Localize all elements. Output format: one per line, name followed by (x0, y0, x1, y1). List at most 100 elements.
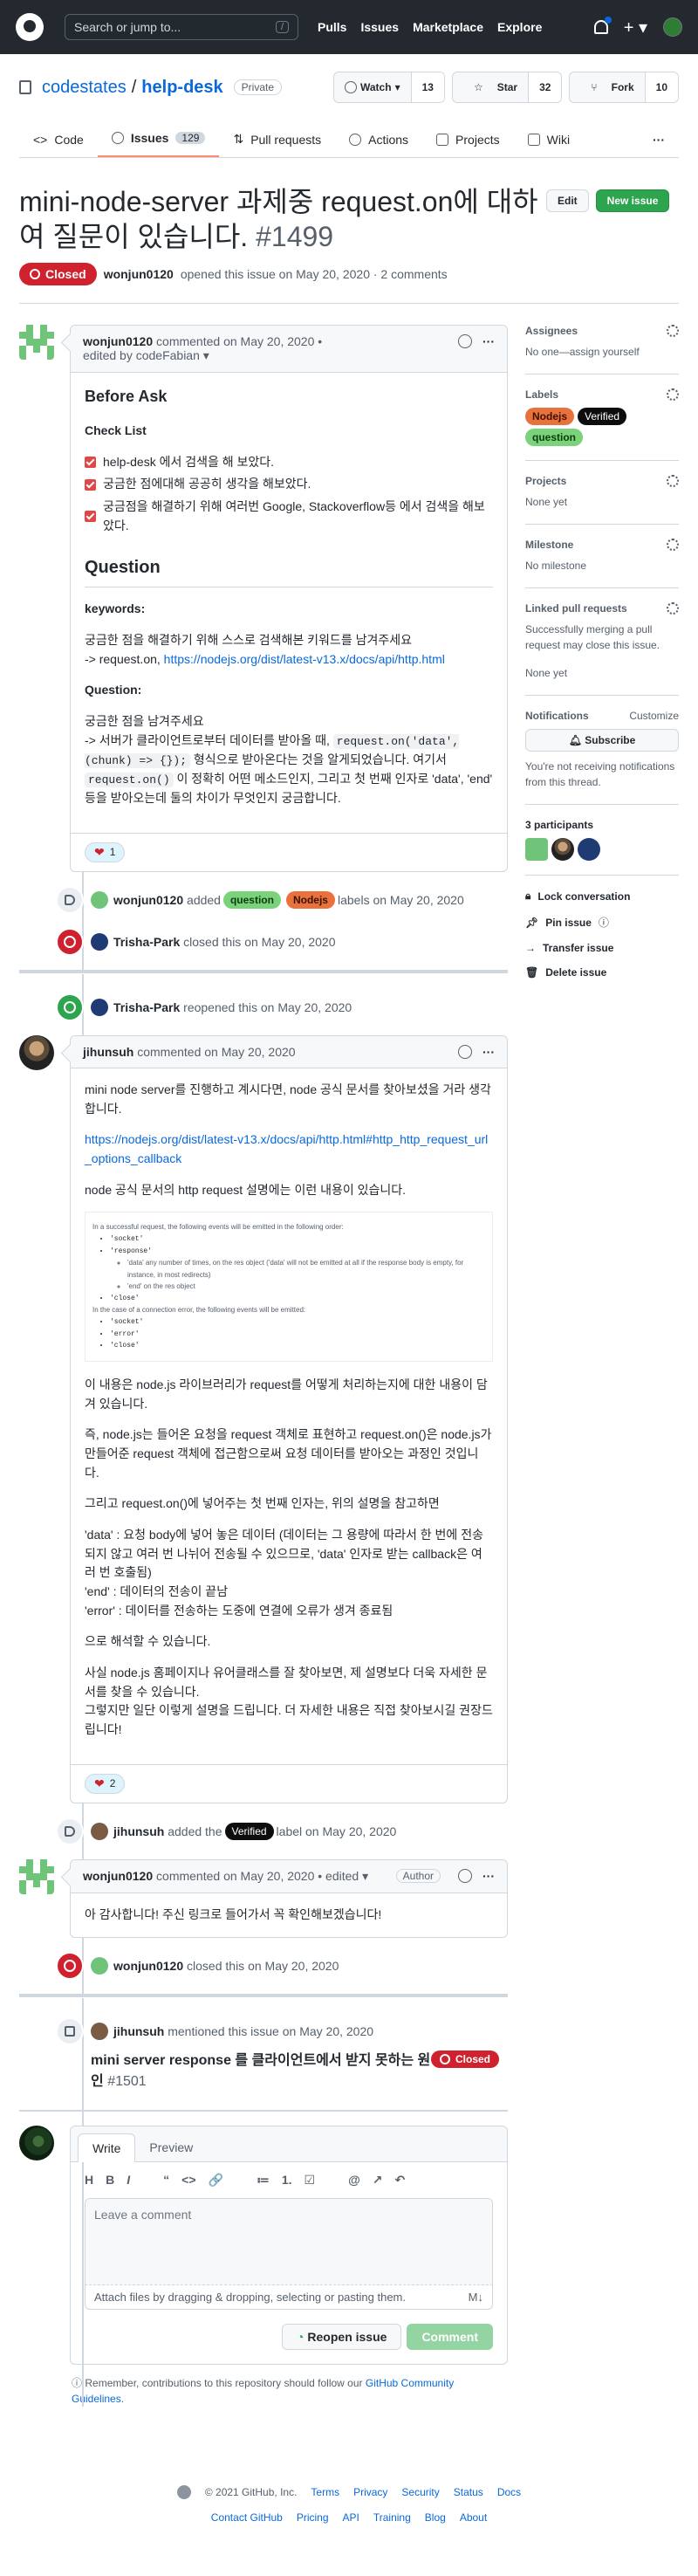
gear-icon[interactable] (667, 602, 679, 615)
event-actor[interactable]: wonjun0120 (113, 893, 183, 907)
nav-marketplace[interactable]: Marketplace (413, 20, 483, 34)
event-actor[interactable]: Trisha-Park (113, 1000, 180, 1014)
avatar[interactable] (91, 998, 108, 1016)
heading-icon[interactable]: H (85, 2173, 93, 2188)
label-verified[interactable]: Verified (224, 1822, 274, 1840)
assignees-value[interactable]: No one—assign yourself (525, 344, 679, 360)
repo-name-link[interactable]: help-desk (141, 78, 222, 97)
notifications-bell-icon[interactable] (593, 17, 612, 34)
tab-pull-requests[interactable]: ⇅ Pull requests (219, 125, 335, 157)
bold-icon[interactable]: B (106, 2173, 114, 2188)
tabs-more-button[interactable]: ··· (639, 126, 679, 157)
gear-icon[interactable] (667, 539, 679, 551)
label-verified[interactable]: Verified (578, 408, 627, 425)
issue-author[interactable]: wonjun0120 (104, 267, 174, 281)
comment-menu-kebab-icon[interactable]: ··· (482, 1869, 495, 1883)
avatar[interactable] (91, 2022, 108, 2040)
gear-icon[interactable] (667, 388, 679, 401)
assignees-heading[interactable]: Assignees (525, 325, 578, 337)
footer-link-terms[interactable]: Terms (311, 2486, 339, 2498)
github-mark-icon[interactable] (176, 2484, 191, 2499)
mention-icon[interactable]: @ (348, 2173, 360, 2188)
italic-icon[interactable]: I (127, 2173, 130, 2188)
comment-author[interactable]: wonjun0120 (83, 1869, 153, 1883)
footer-link-docs[interactable]: Docs (497, 2486, 521, 2498)
label-question[interactable]: question (525, 429, 583, 446)
gear-icon[interactable] (667, 475, 679, 487)
label-question[interactable]: question (222, 890, 281, 909)
avatar[interactable] (19, 1858, 54, 1894)
new-issue-button[interactable]: New issue (595, 189, 670, 212)
avatar[interactable] (525, 838, 548, 861)
footer-link-status[interactable]: Status (454, 2486, 483, 2498)
create-new-plus-icon[interactable]: + ▾ (624, 17, 647, 38)
preview-tab[interactable]: Preview (135, 2133, 207, 2161)
tab-projects[interactable]: Projects (422, 126, 514, 157)
edit-title-button[interactable]: Edit (546, 189, 589, 212)
add-reaction-smiley-icon[interactable] (458, 334, 472, 348)
watch-button[interactable]: Watch ▾ 13 (333, 72, 445, 103)
quote-icon[interactable]: “ (163, 2173, 169, 2188)
attach-files-area[interactable]: Attach files by dragging & dropping, sel… (85, 2284, 493, 2310)
projects-heading[interactable]: Projects (525, 475, 566, 487)
avatar[interactable] (19, 325, 54, 360)
footer-link-training[interactable]: Training (373, 2511, 411, 2524)
code-icon[interactable]: <> (181, 2173, 195, 2188)
tab-wiki[interactable]: Wiki (514, 126, 584, 157)
avatar[interactable] (91, 1822, 108, 1840)
avatar[interactable] (578, 838, 600, 861)
footer-link-contact[interactable]: Contact GitHub (211, 2511, 283, 2524)
checkbox-checked-icon[interactable] (85, 456, 96, 468)
nav-pulls[interactable]: Pulls (318, 20, 346, 34)
footer-link-pricing[interactable]: Pricing (297, 2511, 329, 2524)
nav-explore[interactable]: Explore (497, 20, 542, 34)
avatar[interactable] (551, 838, 574, 861)
tab-issues[interactable]: Issues 129 (97, 124, 220, 157)
footer-link-api[interactable]: API (343, 2511, 359, 2524)
tab-actions[interactable]: Actions (335, 126, 422, 157)
reopen-issue-button[interactable]: ◔ Reopen issue (282, 2323, 402, 2350)
event-actor[interactable]: jihunsuh (113, 2024, 164, 2038)
customize-link[interactable]: Customize (629, 710, 679, 722)
footer-link-privacy[interactable]: Privacy (353, 2486, 387, 2498)
markdown-icon[interactable]: M↓ (469, 2291, 483, 2304)
star-button[interactable]: ☆ Star 32 (451, 72, 563, 103)
linked-prs-heading[interactable]: Linked pull requests (525, 602, 627, 615)
checkbox-checked-icon[interactable] (85, 511, 96, 523)
add-reaction-smiley-icon[interactable] (458, 1044, 472, 1059)
nav-issues[interactable]: Issues (360, 20, 399, 34)
heart-reaction-button[interactable]: ❤ 2 (85, 1773, 126, 1794)
footer-link-about[interactable]: About (460, 2511, 487, 2524)
label-nodejs[interactable]: Nodejs (285, 890, 335, 909)
heart-reaction-button[interactable]: ❤ 1 (85, 841, 126, 862)
add-reaction-smiley-icon[interactable] (458, 1868, 472, 1883)
referenced-issue-link[interactable]: mini server response 를 클라이언트에서 받지 못하는 원인… (91, 2050, 431, 2092)
event-actor[interactable]: jihunsuh (113, 1824, 164, 1838)
comment-textarea[interactable]: Leave a comment (85, 2197, 493, 2285)
milestone-heading[interactable]: Milestone (525, 539, 573, 551)
cross-reference-icon[interactable]: ↗ (373, 2173, 383, 2188)
write-tab[interactable]: Write (78, 2133, 136, 2162)
delete-issue-button[interactable]: 🗑︎ Delete issue (525, 966, 679, 979)
transfer-issue-button[interactable]: → Transfer issue (525, 942, 679, 954)
event-actor[interactable]: wonjun0120 (113, 1959, 183, 1973)
comment-meta[interactable]: commented on May 20, 2020 • edited ▾ (156, 1869, 368, 1883)
subscribe-button[interactable]: 🔔︎ Subscribe (525, 729, 679, 752)
label-nodejs[interactable]: Nodejs (525, 408, 575, 425)
edited-by[interactable]: edited by codeFabian (83, 348, 200, 362)
avatar[interactable] (91, 932, 108, 951)
task-list-icon[interactable]: ☑ (305, 2173, 316, 2188)
comment-menu-kebab-icon[interactable]: ··· (482, 334, 495, 348)
lock-conversation-button[interactable]: 🔒︎ Lock conversation (525, 890, 679, 903)
gear-icon[interactable] (667, 325, 679, 337)
footer-link-security[interactable]: Security (401, 2486, 439, 2498)
saved-replies-icon[interactable]: ↶ (394, 2173, 405, 2188)
numbered-list-icon[interactable]: 1. (282, 2173, 292, 2188)
avatar[interactable] (91, 1956, 108, 1975)
comment-author[interactable]: wonjun0120 (83, 334, 153, 348)
comment-button[interactable]: Comment (407, 2323, 493, 2350)
user-avatar[interactable] (663, 17, 682, 37)
footer-link-blog[interactable]: Blog (425, 2511, 446, 2524)
nodejs-docs-link[interactable]: https://nodejs.org/dist/latest-v13.x/doc… (164, 652, 445, 666)
avatar[interactable] (19, 1034, 54, 1070)
